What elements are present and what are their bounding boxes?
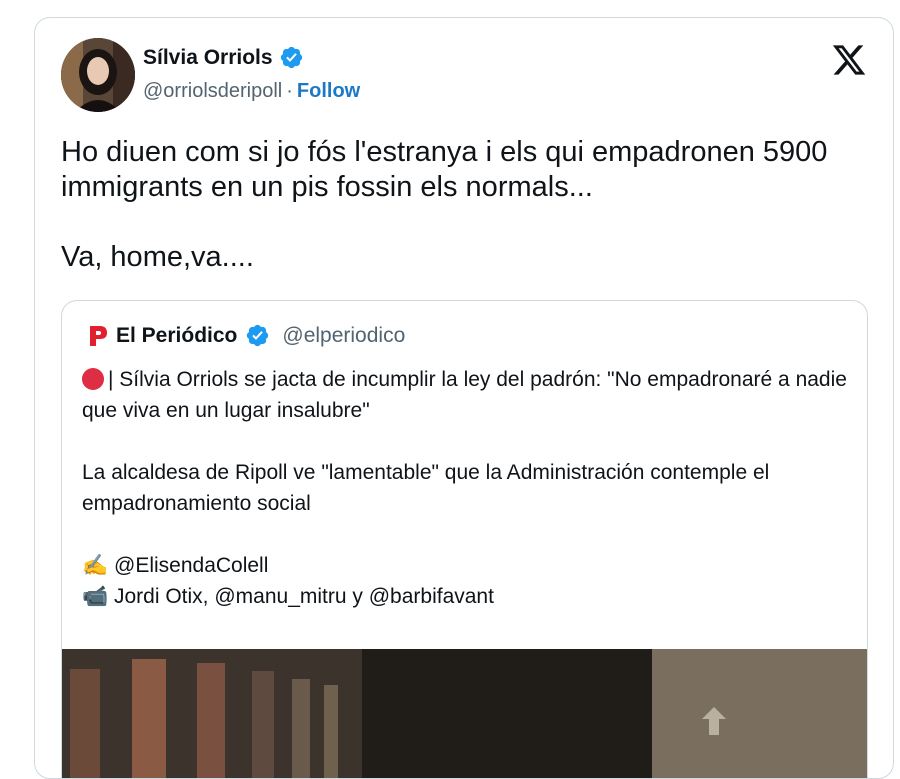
quoted-tweet[interactable]: El Periódico @elperiodico | Sílvia Orrio…	[61, 300, 868, 778]
avatar[interactable]	[61, 38, 135, 112]
author-name[interactable]: Sílvia Orriols	[143, 46, 273, 70]
verified-badge-icon	[247, 324, 269, 347]
tweet-text: Ho diuen com si jo fós l'estranya i els …	[61, 136, 828, 273]
quoted-headline: | Sílvia Orriols se jacta de incumplir l…	[82, 368, 853, 422]
cloister-photo	[62, 649, 867, 778]
follow-button[interactable]: Follow	[297, 80, 360, 103]
quoted-subheadline: La alcaldesa de Ripoll ve "lamentable" q…	[82, 461, 776, 515]
video-credit[interactable]: Jordi Otix, @manu_mitru y @barbifavant	[114, 585, 494, 608]
writer-credit[interactable]: @ElisendaColell	[114, 554, 268, 577]
x-logo-icon[interactable]	[831, 42, 867, 78]
quoted-author-name[interactable]: El Periódico	[116, 324, 237, 348]
verified-badge-icon	[280, 46, 302, 69]
quoted-tweet-text: | Sílvia Orriols se jacta de incumplir l…	[82, 364, 857, 612]
el-periodico-logo-icon	[90, 325, 107, 346]
red-circle-icon	[82, 368, 104, 390]
avatar-photo	[61, 38, 135, 112]
quoted-author-handle[interactable]: @elperiodico	[282, 324, 405, 348]
author-handle[interactable]: @orriolsderipoll	[143, 80, 282, 103]
handle-separator: ·	[286, 80, 293, 102]
quoted-media-image[interactable]	[62, 649, 867, 778]
tweet-card[interactable]: Sílvia Orriols @orriolsderipoll · Follow…	[34, 17, 894, 779]
video-camera-icon: 📹	[82, 585, 109, 608]
writing-hand-icon: ✍️	[82, 554, 109, 577]
